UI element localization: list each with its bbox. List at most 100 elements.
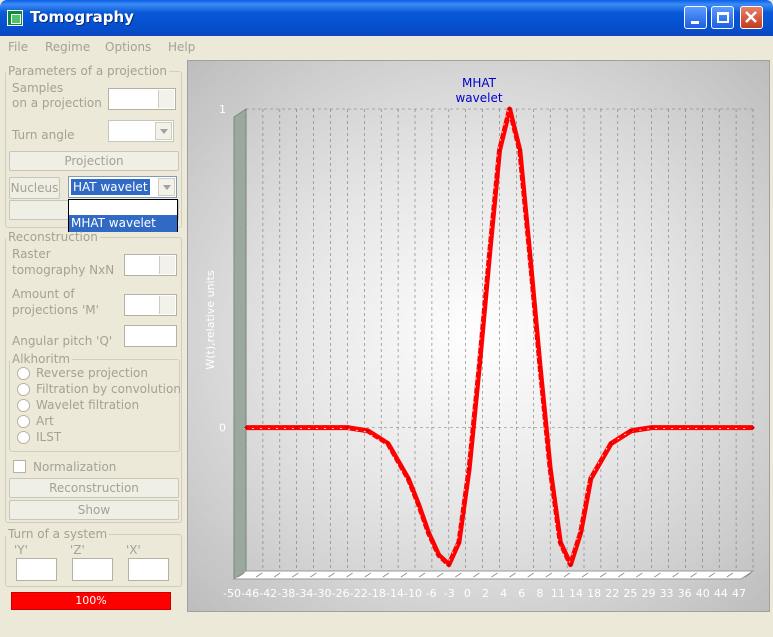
nucleus-combo[interactable]: HAT wavelet bbox=[68, 176, 177, 198]
turn-system-group-legend: Turn of a system bbox=[8, 527, 108, 541]
raster-spinner[interactable] bbox=[124, 254, 177, 276]
projection-button[interactable]: Projection bbox=[9, 151, 179, 171]
nucleus-selected-value: HAT wavelet bbox=[71, 179, 150, 195]
menu-options[interactable]: Options bbox=[105, 40, 151, 54]
x-tick-label: 11 bbox=[551, 587, 565, 600]
minimize-icon bbox=[691, 21, 699, 24]
x-tick-label: -34 bbox=[295, 587, 313, 600]
x-tick-label: -6 bbox=[426, 587, 437, 600]
x-tick-label: 8 bbox=[536, 587, 543, 600]
spinner-arrows-icon[interactable] bbox=[159, 296, 175, 314]
data-point bbox=[538, 365, 542, 369]
chevron-down-icon bbox=[160, 129, 168, 134]
data-point bbox=[508, 107, 512, 111]
data-point bbox=[295, 426, 299, 430]
close-button[interactable] bbox=[740, 6, 763, 29]
x-tick-label: 29 bbox=[641, 587, 655, 600]
menu-regime[interactable]: Regime bbox=[45, 40, 90, 54]
data-point bbox=[528, 254, 532, 258]
progress-bar: 100% bbox=[11, 592, 171, 610]
spinner-arrows-icon[interactable] bbox=[159, 256, 175, 274]
x-tick-label: 25 bbox=[623, 587, 637, 600]
turn-y-input[interactable] bbox=[16, 558, 57, 581]
menu-bar: File Regime Options Help bbox=[0, 36, 773, 58]
window-title: Tomography bbox=[30, 8, 134, 26]
maximize-button[interactable] bbox=[711, 6, 734, 29]
data-point bbox=[609, 442, 613, 446]
data-point bbox=[558, 540, 562, 544]
chart-title: MHAT bbox=[462, 76, 497, 90]
x-tick-label: 2 bbox=[482, 587, 489, 600]
reconstruction-group-legend: Reconstruction bbox=[8, 230, 98, 244]
data-point bbox=[579, 531, 583, 535]
turn-angle-label: Turn angle bbox=[12, 128, 75, 142]
x-tick-label: 36 bbox=[678, 587, 692, 600]
data-point bbox=[447, 563, 451, 567]
turn-x-input[interactable] bbox=[128, 558, 169, 581]
data-point bbox=[437, 553, 441, 557]
turn-z-input[interactable] bbox=[72, 558, 113, 581]
amount-label: Amount of bbox=[12, 287, 75, 301]
radio-filtration-convolution[interactable] bbox=[17, 383, 30, 396]
data-point bbox=[700, 426, 704, 430]
y-tick-label: 0 bbox=[219, 422, 226, 435]
radio-ilst[interactable] bbox=[17, 431, 30, 444]
data-point bbox=[487, 254, 491, 258]
x-tick-label: -14 bbox=[386, 587, 404, 600]
data-point bbox=[629, 429, 633, 433]
y-tick-label: 1 bbox=[219, 103, 226, 116]
radio-label: Art bbox=[36, 414, 54, 428]
x-tick-label: -30 bbox=[314, 587, 332, 600]
turn-z-label: 'Z' bbox=[70, 543, 85, 557]
data-point bbox=[568, 563, 572, 567]
x-tick-label: -26 bbox=[332, 587, 350, 600]
raster-label: Raster bbox=[12, 247, 51, 261]
radio-art[interactable] bbox=[17, 415, 30, 428]
x-tick-label: -38 bbox=[277, 587, 295, 600]
app-icon bbox=[7, 10, 23, 26]
nucleus-button[interactable]: Nucleus bbox=[9, 177, 60, 199]
turn-angle-dropdown-button[interactable] bbox=[155, 122, 172, 140]
radio-reverse-projection[interactable] bbox=[17, 367, 30, 380]
x-tick-label: -50 bbox=[223, 587, 241, 600]
x-tick-label: 47 bbox=[732, 587, 746, 600]
data-point bbox=[518, 148, 522, 152]
menu-file[interactable]: File bbox=[8, 40, 28, 54]
chart-side-wall bbox=[233, 108, 247, 580]
nucleus-dropdown-button[interactable] bbox=[158, 178, 175, 196]
reconstruction-button[interactable]: Reconstruction bbox=[9, 478, 179, 498]
x-tick-label: 4 bbox=[500, 587, 507, 600]
turn-x-label: 'X' bbox=[126, 543, 141, 557]
x-tick-label: -10 bbox=[404, 587, 422, 600]
radio-wavelet-filtration[interactable] bbox=[17, 399, 30, 412]
samples-spinner[interactable] bbox=[108, 88, 176, 110]
minimize-button[interactable] bbox=[684, 6, 707, 29]
data-point bbox=[457, 540, 461, 544]
status-bar bbox=[0, 615, 773, 637]
x-tick-label: 14 bbox=[569, 587, 583, 600]
amount-label-2: projections 'M' bbox=[12, 303, 99, 317]
show-button[interactable]: Show bbox=[9, 500, 179, 520]
x-tick-label: -22 bbox=[350, 587, 368, 600]
menu-help[interactable]: Help bbox=[168, 40, 195, 54]
progress-label: 100% bbox=[75, 594, 107, 607]
x-tick-label: 40 bbox=[696, 587, 710, 600]
data-point bbox=[427, 531, 431, 535]
angular-pitch-input[interactable] bbox=[124, 325, 177, 347]
data-point bbox=[751, 426, 755, 430]
x-tick-label: 18 bbox=[587, 587, 601, 600]
x-tick-label: -3 bbox=[444, 587, 455, 600]
projections-spinner[interactable] bbox=[124, 294, 177, 316]
normalization-checkbox[interactable] bbox=[13, 460, 26, 473]
x-tick-label: 0 bbox=[464, 587, 471, 600]
algorithm-group-legend: Alkhoritm bbox=[12, 352, 71, 366]
title-bar: Tomography bbox=[0, 0, 773, 36]
data-point bbox=[366, 429, 370, 433]
normalization-label: Normalization bbox=[33, 460, 117, 474]
wavelet-chart: 1 0 W(t),relative units MHATwavelet -50 -46 -4… bbox=[204, 76, 755, 600]
turn-angle-combo[interactable] bbox=[108, 120, 174, 142]
x-tick-label: -42 bbox=[259, 587, 277, 600]
x-tick-label: 6 bbox=[518, 587, 525, 600]
radio-label: Reverse projection bbox=[36, 366, 148, 380]
spinner-arrows-icon[interactable] bbox=[158, 90, 174, 108]
